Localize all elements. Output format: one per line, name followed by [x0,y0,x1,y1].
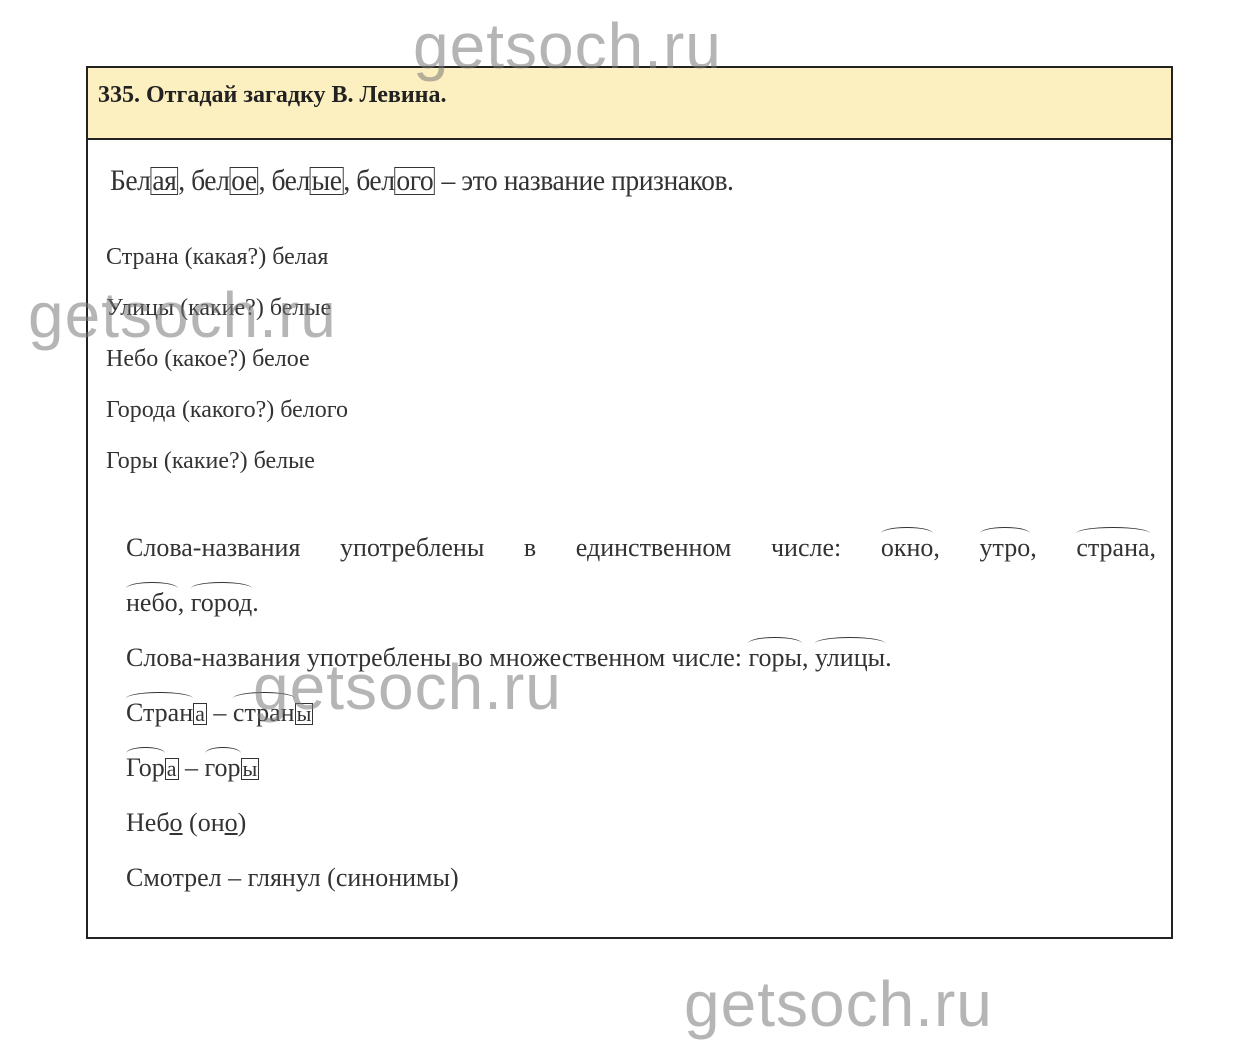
synonyms-line: Смотрел – глянул (синонимы) [126,863,459,892]
exercise-card: 335. Отгадай загадку В. Левина. Белая, б… [86,66,1173,939]
nebo-line: Небо (оно) [126,808,1156,863]
root-arc: Стран [126,692,194,727]
analysis-section: Слова-названия употреблены в единственно… [126,527,1157,918]
word-with-root-arc: небо [126,582,178,617]
ending-box: а [193,701,207,726]
root-arc: гор [204,747,241,782]
word-root: Бел [110,164,151,197]
adjectives-line: Белая, белое, белые, белого – это назван… [110,164,734,198]
closing-paren: ) [237,808,247,837]
word-with-root-arc: горы [748,637,802,672]
watermark-top: getsoch.ru [413,10,722,82]
list-item: Небо (какое?) белое [106,346,310,372]
separator: , [178,164,192,197]
list-item: Города (какого?) белого [106,397,348,423]
singular-lead: Слова-названия употреблены в единственно… [126,533,842,562]
gora-forms: Гора – горы [126,747,1156,808]
root-arc: Гор [126,747,165,782]
ending-box: а [164,756,179,781]
underlined-ending: о [224,808,238,837]
word-with-root-arc: утро [979,527,1031,562]
watermark-middle: getsoch.ru [253,651,562,723]
separator: , [258,164,272,197]
singular-line: Слова-названия употреблены в единственно… [126,527,1157,562]
pronoun-stem: (он [182,808,225,837]
dash: – [206,698,233,727]
separator: , [343,164,357,197]
ending-box: ое [229,164,259,197]
singular-line-continued: небо, город. [126,582,259,617]
watermark-left: getsoch.ru [28,279,337,351]
word-with-root-arc: страна [1076,527,1150,562]
word-root: бел [271,164,310,197]
word-with-root-arc: окно [880,527,934,562]
word-with-root-arc: город [190,582,253,617]
list-item: Горы (какие?) белые [106,448,315,474]
word-root: бел [356,164,395,197]
ending-box: ые [309,164,344,197]
line-tail: – это название признаков. [435,164,734,197]
word-root: бел [191,164,230,197]
ending-box: ая [150,164,179,197]
underlined-ending: о [169,808,183,837]
dash: – [178,753,205,782]
nebo-stem: Неб [126,808,170,837]
ending-box: ы [240,756,260,781]
word-with-root-arc: улицы [814,637,886,672]
watermark-bottom: getsoch.ru [684,968,993,1040]
ending-box: ого [394,164,436,197]
